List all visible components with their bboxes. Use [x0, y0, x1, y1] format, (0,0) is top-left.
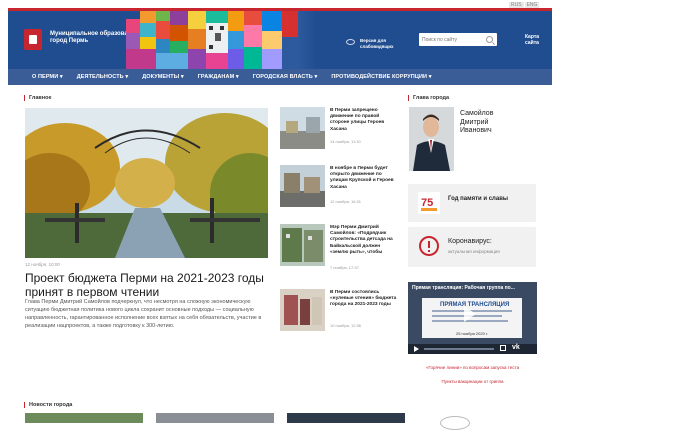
hero-date: 12 ноября, 10:00: [25, 262, 60, 267]
play-control-icon[interactable]: [414, 346, 419, 352]
city-coat-of-arms-icon[interactable]: [24, 29, 42, 50]
mayor-name-link[interactable]: Самойлов Дмитрий Иванович: [460, 110, 520, 136]
nav-item-documents[interactable]: ДОКУМЕНТЫ ▾: [142, 74, 183, 80]
city-news-thumbnail[interactable]: [287, 413, 405, 423]
warning-icon: [419, 236, 439, 256]
eye-icon[interactable]: [346, 39, 355, 45]
play-icon[interactable]: [464, 306, 476, 322]
news-date: 10 ноября, 12:36: [330, 323, 362, 328]
hero-title-link[interactable]: Проект бюджета Перми на 2021-2023 годы п…: [25, 271, 265, 299]
nav-item-about[interactable]: О ПЕРМИ ▾: [32, 74, 63, 80]
search-box: [419, 33, 497, 46]
hero-description: Глава Перми Дмитрий Самойлов подчеркнул,…: [25, 299, 262, 329]
news-item[interactable]: Мэр Перми Дмитрий Самойлов: «Подрядчик с…: [280, 224, 400, 274]
vk-logo-icon[interactable]: vk: [512, 344, 520, 351]
live-stream-video[interactable]: Прямая трансляция: Рабочая группа по... …: [408, 282, 537, 354]
news-date: 7 ноября, 17:37: [330, 265, 359, 270]
news-thumbnail[interactable]: [280, 165, 325, 207]
vaccination-link[interactable]: Пункты вакцинации от гриппа: [408, 379, 537, 384]
main-section-label: Главное: [24, 95, 52, 101]
nav-item-citizens[interactable]: ГРАЖДАНАМ ▾: [198, 74, 239, 80]
svg-text:75: 75: [421, 197, 433, 209]
news-item[interactable]: В Перми состоялись «нулевые чтения» бюдж…: [280, 289, 400, 339]
circle-icon: [440, 416, 470, 430]
site-header: Муниципальное образование город Пермь Ве…: [8, 8, 552, 69]
news-title-link[interactable]: В Перми состоялись «нулевые чтения» бюдж…: [330, 290, 398, 309]
news-title-link[interactable]: В Перми запрещено движение по правой сто…: [330, 108, 398, 133]
site-map-link[interactable]: Карта сайта: [518, 34, 546, 46]
search-input[interactable]: [422, 33, 482, 46]
news-item[interactable]: В Перми запрещено движение по правой сто…: [280, 107, 400, 157]
news-title-link[interactable]: Мэр Перми Дмитрий Самойлов: «Подрядчик с…: [330, 225, 398, 256]
search-icon[interactable]: [486, 36, 493, 43]
covid-subtitle: актуальная информация: [448, 249, 500, 254]
city-news-thumbnail[interactable]: [156, 413, 274, 423]
mayor-photo[interactable]: [409, 107, 454, 171]
covid-title: Коронавирус:: [448, 238, 492, 245]
memory-year-card[interactable]: 75 Год памяти и славы: [408, 184, 536, 222]
sidebar-section-label: Глава города: [408, 95, 449, 101]
news-thumbnail[interactable]: [280, 107, 325, 149]
news-title-link[interactable]: В ноябре в Перми будет открыто движение …: [330, 166, 398, 191]
video-date: 25 ноября 2020 г.: [456, 331, 488, 336]
news-thumbnail[interactable]: [280, 289, 325, 331]
header-mosaic-banner: [126, 11, 316, 69]
news-date: 14 ноября, 11:30: [330, 139, 361, 144]
video-title: Прямая трансляция: Рабочая группа по...: [412, 285, 515, 291]
city-news-thumbnail[interactable]: [25, 413, 143, 423]
memory-year-title: Год памяти и славы: [448, 196, 509, 202]
nav-item-activity[interactable]: ДЕЯТЕЛЬНОСТЬ ▾: [77, 74, 128, 80]
hero-image[interactable]: [25, 108, 268, 258]
news-thumbnail[interactable]: [280, 224, 325, 266]
accessibility-link[interactable]: Версия для слабовидящих: [360, 38, 410, 49]
video-progress-bar[interactable]: [424, 348, 494, 350]
fullscreen-icon[interactable]: [500, 345, 506, 351]
news-item[interactable]: В ноябре в Перми будет открыто движение …: [280, 165, 400, 215]
covid-info-card[interactable]: Коронавирус: актуальная информация: [408, 227, 536, 267]
victory-75-icon: 75: [418, 192, 440, 214]
nav-item-city-government[interactable]: ГОРОДСКАЯ ВЛАСТЬ ▾: [253, 74, 318, 80]
hotline-link[interactable]: «Горячие линии» по вопросам запуска тест…: [408, 365, 537, 370]
nav-item-anti-corruption[interactable]: ПРОТИВОДЕЙСТВИЕ КОРРУПЦИИ ▾: [331, 74, 431, 80]
news-date: 12 ноября, 16:31: [330, 199, 362, 204]
main-navigation: О ПЕРМИ ▾ ДЕЯТЕЛЬНОСТЬ ▾ ДОКУМЕНТЫ ▾ ГРА…: [8, 69, 552, 85]
city-news-section-label: Новости города: [24, 402, 72, 408]
